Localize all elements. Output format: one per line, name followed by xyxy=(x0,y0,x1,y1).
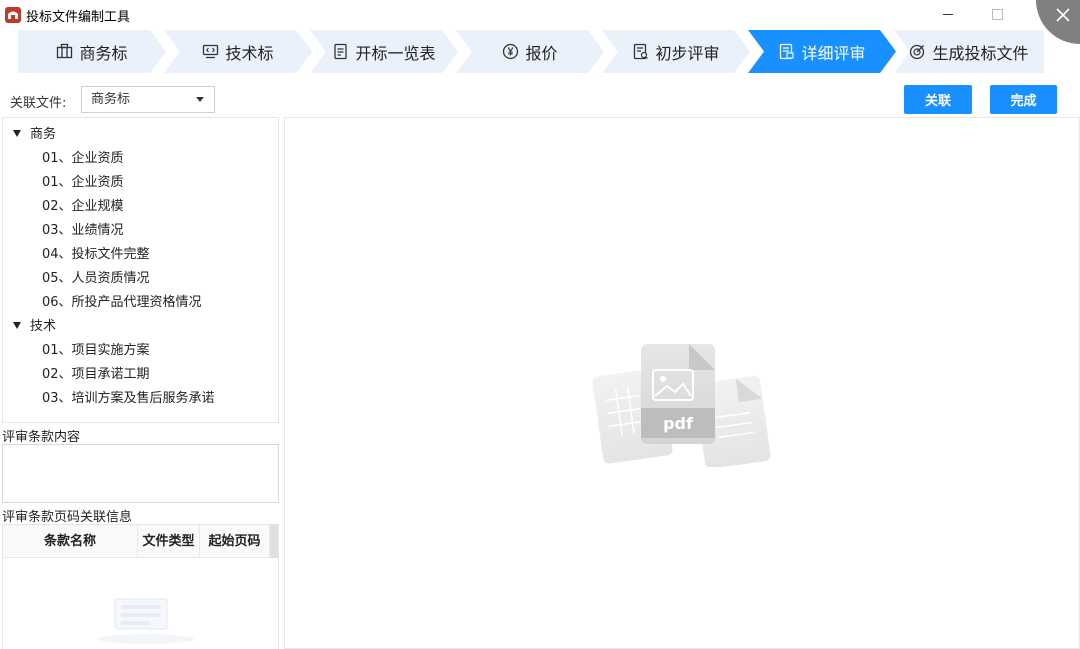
detail-review-icon xyxy=(778,43,795,60)
step-business-bid[interactable]: 商务标 xyxy=(18,30,166,73)
step-detailed-review[interactable]: 详细评审 xyxy=(748,30,896,73)
caret-down-icon[interactable] xyxy=(13,322,21,329)
empty-table-illustration-icon xyxy=(98,598,194,644)
clause-page-info-label: 评审条款页码关联信息 xyxy=(2,510,133,525)
table-header: 条款名称 文件类型 起始页码 xyxy=(3,525,278,558)
pdf-preview-panel[interactable]: pdf xyxy=(284,117,1080,649)
briefcase-icon xyxy=(56,43,73,60)
step-label: 详细评审 xyxy=(801,43,866,63)
step-label: 技术标 xyxy=(225,43,274,63)
tree-group-label: 技术 xyxy=(30,319,57,334)
yen-icon xyxy=(502,43,519,60)
window-title: 投标文件编制工具 xyxy=(26,10,131,25)
step-technical-bid[interactable]: 技术标 xyxy=(164,30,312,73)
document-list-icon xyxy=(332,43,349,60)
chevron-down-icon xyxy=(196,97,204,102)
tree-item[interactable]: 01、企业资质 xyxy=(42,147,124,166)
step-label: 商务标 xyxy=(79,43,128,63)
step-label: 生成投标文件 xyxy=(932,43,1029,63)
step-generate-bid-file[interactable]: 生成投标文件 xyxy=(894,30,1044,73)
title-bar: 投标文件编制工具 xyxy=(0,0,1080,30)
column-header-file-type[interactable]: 文件类型 xyxy=(138,525,200,558)
pdf-label: pdf xyxy=(663,414,694,433)
tree-item[interactable]: 05、人员资质情况 xyxy=(42,267,150,286)
clause-content-label: 评审条款内容 xyxy=(2,430,81,445)
code-monitor-icon xyxy=(202,43,219,60)
step-preliminary-review[interactable]: 初步评审 xyxy=(602,30,750,73)
step-opening-list[interactable]: 开标一览表 xyxy=(310,30,458,73)
maximize-button[interactable] xyxy=(987,4,1007,24)
clause-tree: 商务 01、企业资质 01、企业资质 02、企业规模 03、业绩情况 04、投标… xyxy=(2,117,279,423)
done-button[interactable]: 完成 xyxy=(990,85,1057,114)
step-label: 初步评审 xyxy=(655,43,720,63)
step-quotation[interactable]: 报价 xyxy=(456,30,604,73)
tree-item[interactable]: 02、项目承诺工期 xyxy=(42,363,150,382)
clause-content-textarea[interactable] xyxy=(2,444,279,503)
tree-item[interactable]: 03、业绩情况 xyxy=(42,219,124,238)
tree-item[interactable]: 06、所投产品代理资格情况 xyxy=(42,291,202,310)
scrollbar-placeholder xyxy=(270,525,278,558)
association-label: 关联文件: xyxy=(10,96,67,111)
pdf-placeholder-icon: pdf xyxy=(592,344,771,467)
tree-item[interactable]: 03、培训方案及售后服务承诺 xyxy=(42,387,215,406)
link-button[interactable]: 关联 xyxy=(904,85,972,114)
target-icon xyxy=(909,43,926,60)
caret-down-icon[interactable] xyxy=(13,130,21,137)
column-header-clause-name[interactable]: 条款名称 xyxy=(3,525,138,558)
association-selected-value: 商务标 xyxy=(91,92,131,107)
step-label: 开标一览表 xyxy=(355,43,436,63)
tree-group-technical[interactable]: 技术 xyxy=(13,315,56,334)
column-header-start-page[interactable]: 起始页码 xyxy=(200,525,270,558)
minimize-button[interactable] xyxy=(938,4,958,24)
step-label: 报价 xyxy=(525,43,558,63)
close-icon xyxy=(1056,8,1070,22)
clause-page-table: 条款名称 文件类型 起始页码 xyxy=(2,524,279,649)
tree-item[interactable]: 04、投标文件完整 xyxy=(42,243,150,262)
tree-item[interactable]: 01、项目实施方案 xyxy=(42,339,150,358)
review-doc-icon xyxy=(632,43,649,60)
tree-item[interactable]: 01、企业资质 xyxy=(42,171,124,190)
process-stepper: 商务标 技术标 开标一览表 报价 初步评审 详细评审 生成投标文件 xyxy=(18,30,1048,73)
association-file-select[interactable]: 商务标 xyxy=(81,86,215,113)
app-logo-icon xyxy=(5,7,21,23)
tree-item[interactable]: 02、企业规模 xyxy=(42,195,124,214)
tree-group-business[interactable]: 商务 xyxy=(13,123,56,142)
tree-group-label: 商务 xyxy=(30,127,57,142)
